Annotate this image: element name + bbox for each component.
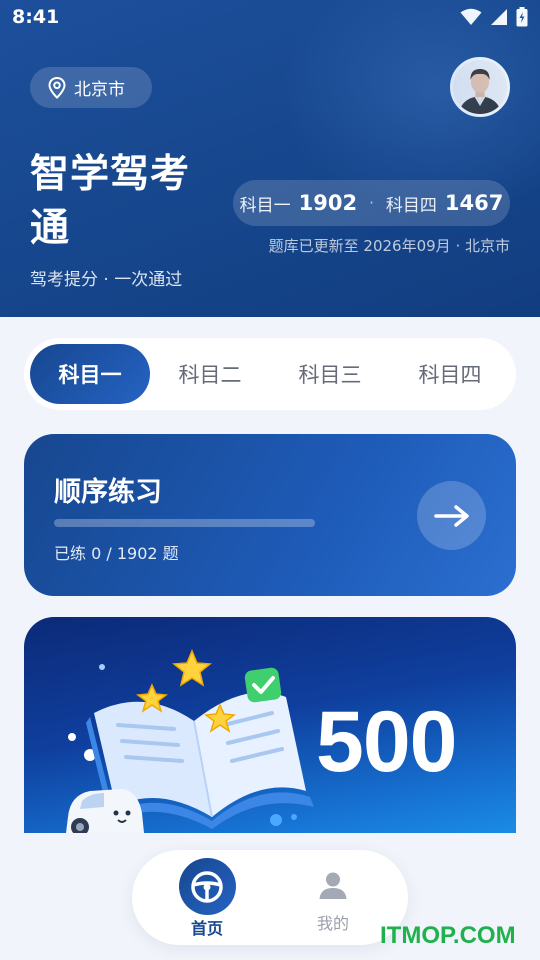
signal-icon <box>491 9 507 25</box>
avatar[interactable] <box>450 57 510 117</box>
status-icons <box>460 7 528 27</box>
nav-home-label: 首页 <box>190 919 223 938</box>
banner-number: 500 <box>316 694 457 790</box>
question-count-pill: 科目一 1902 · 科目四 1467 <box>233 180 510 226</box>
nav-item-home[interactable]: 首页 <box>174 858 240 939</box>
count-separator: · <box>369 194 374 212</box>
app-title: 智学驾考通 <box>30 152 191 251</box>
subject1-count: 1902 <box>298 191 358 215</box>
subject4-count-label: 科目四 <box>385 195 437 216</box>
app-subtitle: 驾考提分 · 一次通过 <box>30 270 183 290</box>
wifi-icon <box>460 8 482 25</box>
nav-item-mine[interactable]: 我的 <box>300 870 366 934</box>
tab-subject-2[interactable]: 科目二 <box>150 344 270 404</box>
tab-subject-4[interactable]: 科目四 <box>390 344 510 404</box>
tab-subject-3[interactable]: 科目三 <box>270 344 390 404</box>
location-pin-icon <box>48 76 66 99</box>
location-selector[interactable]: 北京市 <box>30 67 152 108</box>
person-icon <box>319 872 347 899</box>
subject1-count-label: 科目一 <box>239 195 291 216</box>
header: 8:41 北京市 智学驾考通 驾考提分 · 一次通过 科目一 1902 · 科目… <box>0 0 540 317</box>
nav-mine-label: 我的 <box>316 914 349 933</box>
promo-banner[interactable]: 500 <box>24 617 516 833</box>
steering-wheel-icon <box>191 870 223 903</box>
status-time: 8:41 <box>12 6 60 28</box>
book-illustration <box>66 649 314 833</box>
sequential-practice-card[interactable]: 顺序练习 已练 0 / 1902 题 <box>24 434 516 596</box>
watermark: ITMOP.COM <box>380 922 516 949</box>
practice-title: 顺序练习 <box>54 477 162 508</box>
subject-tabs: 科目一 科目二 科目三 科目四 <box>24 338 516 410</box>
subject4-count: 1467 <box>444 191 504 215</box>
avatar-portrait-icon <box>453 60 507 114</box>
update-note: 题库已更新至 2026年09月 · 北京市 <box>268 237 510 255</box>
start-practice-button[interactable] <box>417 481 486 550</box>
nav-home-bubble <box>178 858 236 915</box>
arrow-right-icon <box>433 504 469 527</box>
practice-progress-text: 已练 0 / 1902 题 <box>54 544 179 563</box>
tab-subject-1[interactable]: 科目一 <box>30 344 150 404</box>
battery-icon <box>516 7 528 27</box>
status-bar: 8:41 <box>0 0 540 36</box>
bottom-nav: 首页 我的 <box>132 850 408 945</box>
practice-progress-bar <box>54 519 315 527</box>
location-label: 北京市 <box>74 80 125 100</box>
